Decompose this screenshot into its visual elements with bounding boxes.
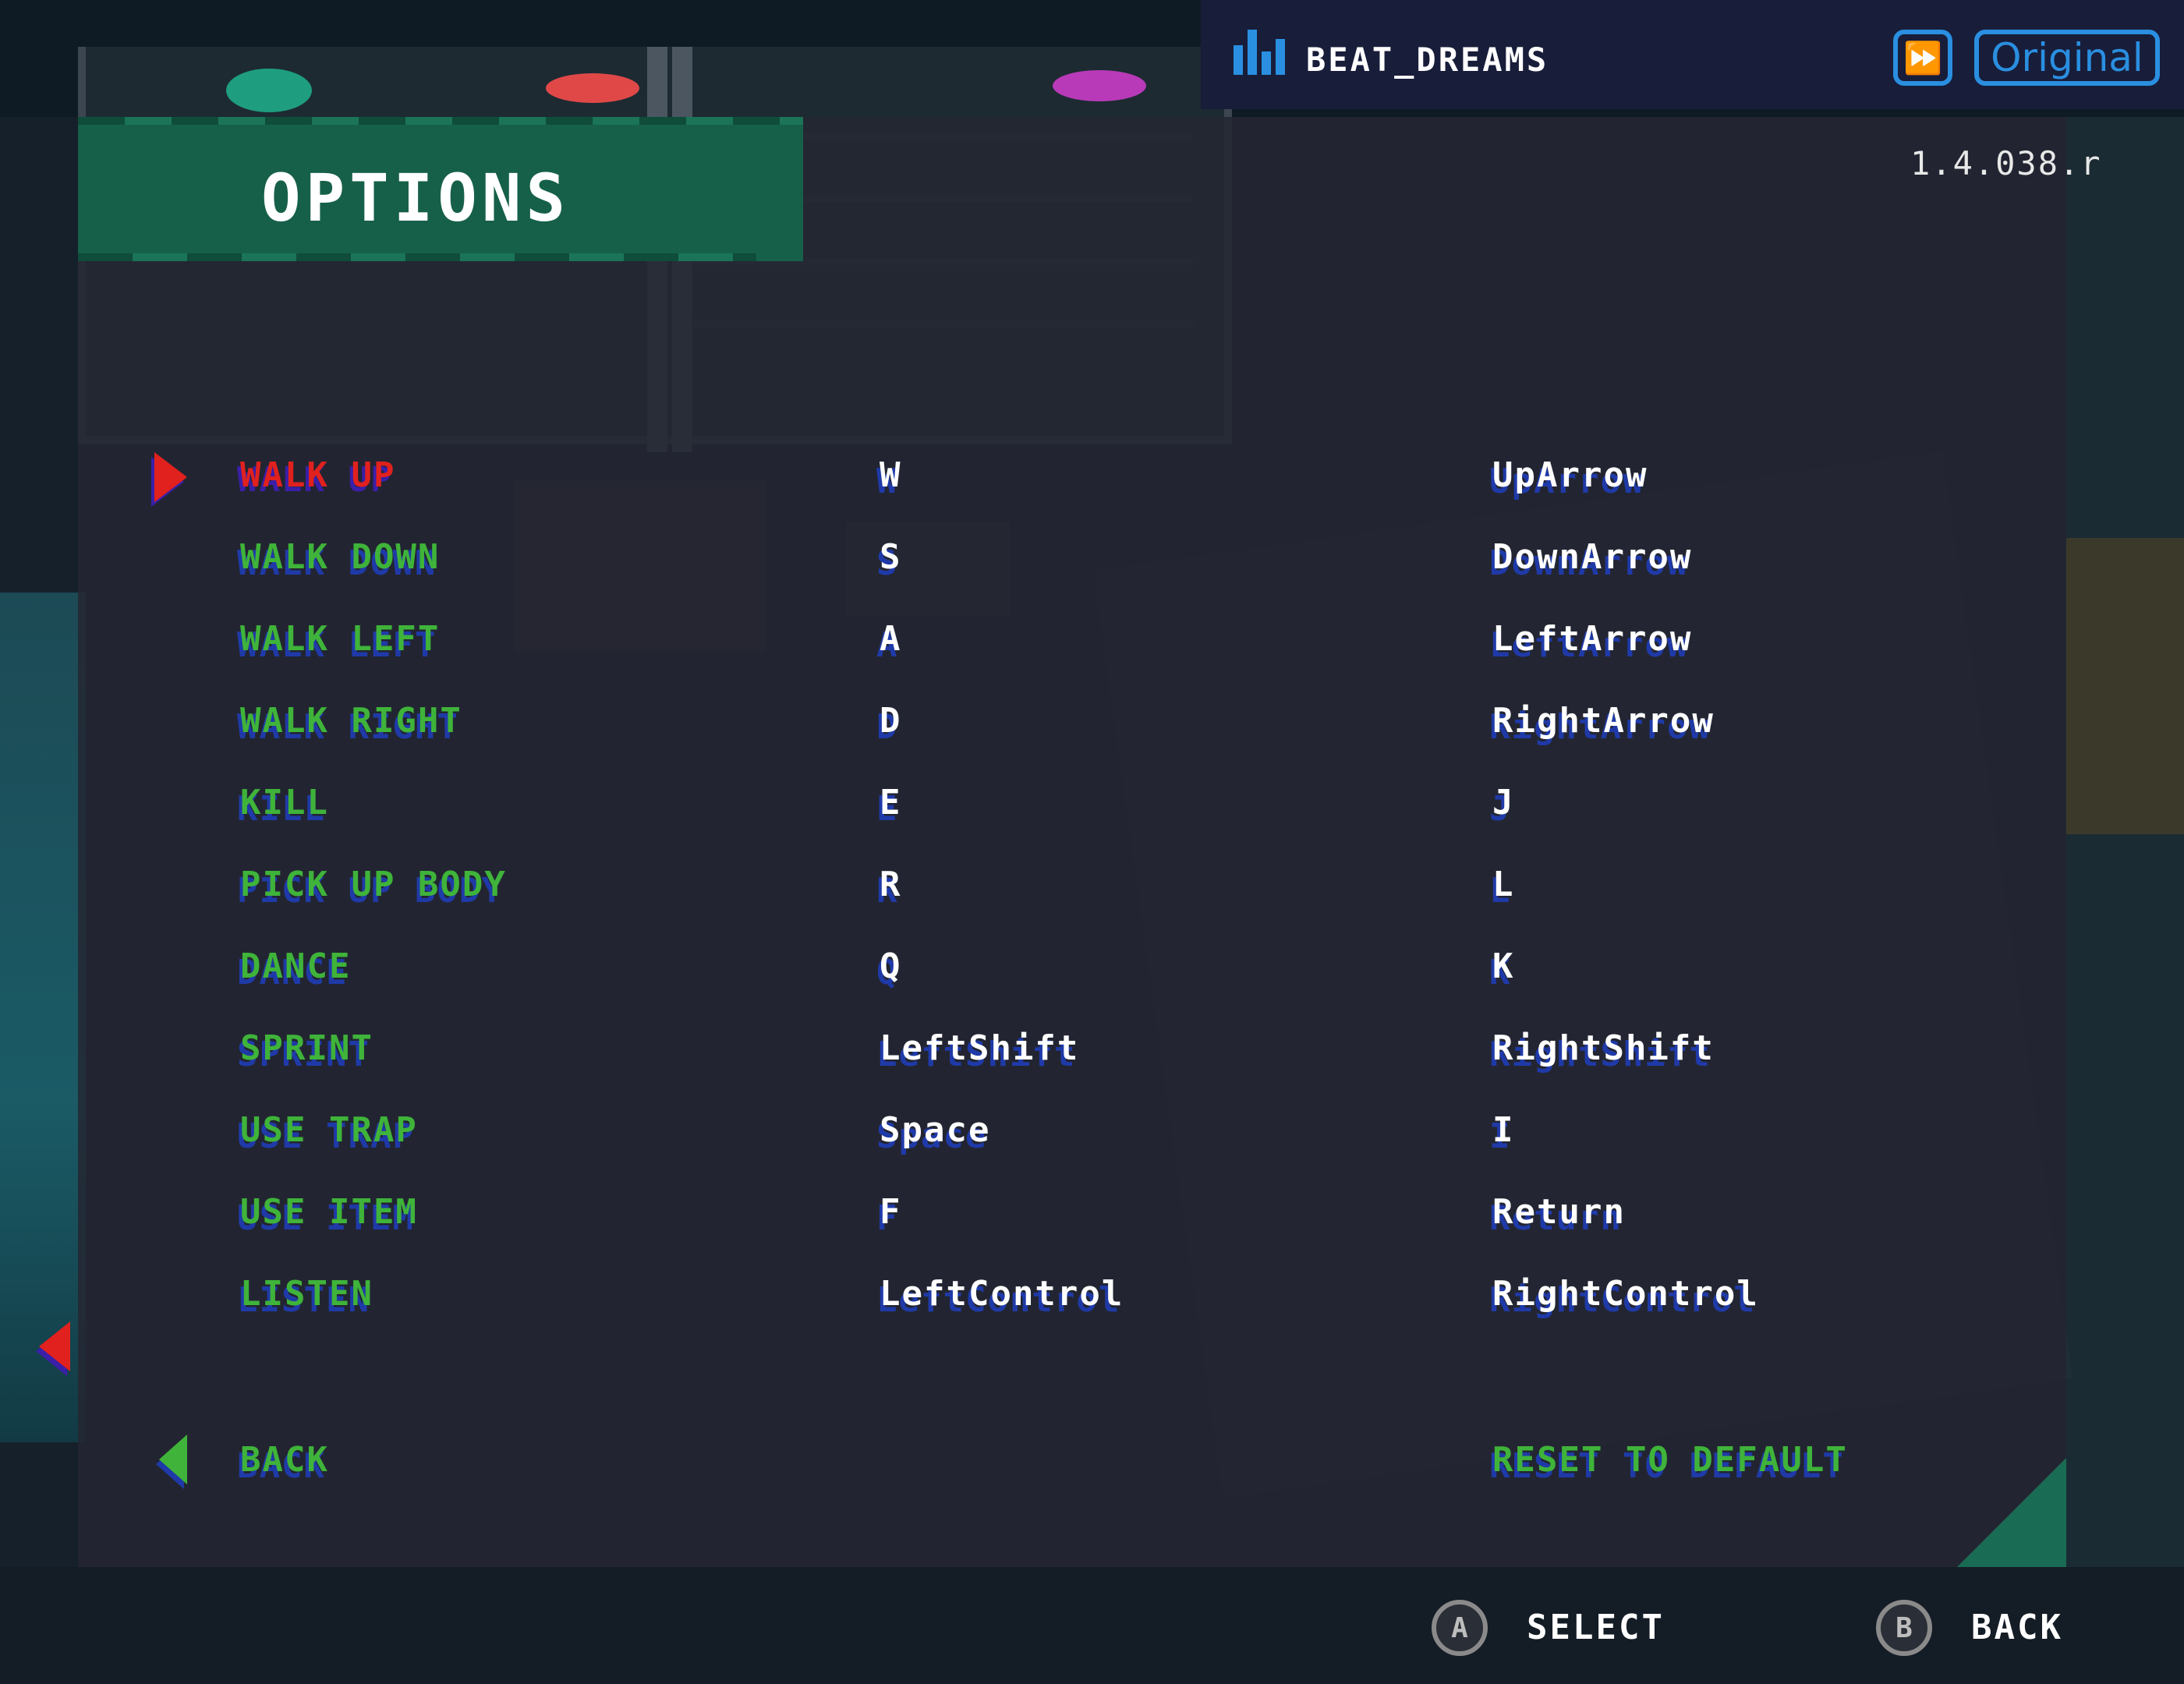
binding-row-use-item[interactable]: USE ITEM F Return: [0, 1189, 2184, 1267]
fast-forward-icon: ⏩: [1903, 40, 1942, 76]
banner-edge: [78, 253, 756, 261]
primary-key[interactable]: S: [880, 534, 902, 581]
version-label: 1.4.038.r: [1910, 144, 2102, 182]
secondary-key[interactable]: L: [1492, 861, 1515, 908]
action-label: WALK LEFT: [240, 619, 441, 659]
secondary-key[interactable]: RightShift: [1492, 1025, 1715, 1072]
primary-key[interactable]: D: [880, 698, 902, 745]
primary-key[interactable]: LeftShift: [880, 1025, 1079, 1072]
secondary-key[interactable]: I: [1492, 1107, 1515, 1154]
action-label: LISTEN: [240, 1274, 373, 1314]
primary-key[interactable]: Q: [880, 943, 902, 990]
primary-key[interactable]: A: [880, 616, 902, 663]
lamp-red: [546, 73, 639, 103]
track-title: BEAT_DREAMS: [1306, 41, 1549, 79]
binding-row-dance[interactable]: DANCE Q K: [0, 943, 2184, 1021]
binding-row-use-trap[interactable]: USE TRAP Space I: [0, 1107, 2184, 1185]
reset-to-default-button[interactable]: RESET TO DEFAULT: [1492, 1437, 1848, 1484]
primary-key[interactable]: W: [880, 452, 902, 499]
action-label: SPRINT: [240, 1028, 373, 1068]
secondary-key[interactable]: DownArrow: [1492, 534, 1692, 581]
action-label: WALK RIGHT: [240, 701, 462, 741]
action-label: DANCE: [240, 946, 352, 986]
back-arrow-icon: [159, 1435, 187, 1484]
secondary-key[interactable]: LeftArrow: [1492, 616, 1692, 663]
equalizer-icon: [1234, 28, 1288, 75]
secondary-key[interactable]: RightArrow: [1492, 698, 1715, 745]
music-mode-button[interactable]: Original: [1974, 30, 2160, 86]
primary-key[interactable]: R: [880, 861, 902, 908]
action-label: PICK UP BODY: [240, 865, 507, 904]
binding-row-sprint[interactable]: SPRINT LeftShift RightShift: [0, 1025, 2184, 1103]
panel-corner-decoration: [1957, 1458, 2066, 1567]
binding-row-pick-up-body[interactable]: PICK UP BODY R L: [0, 861, 2184, 939]
binding-row-listen[interactable]: LISTEN LeftControl RightControl: [0, 1271, 2184, 1349]
secondary-key[interactable]: J: [1492, 780, 1515, 826]
primary-key[interactable]: Space: [880, 1107, 990, 1154]
secondary-key[interactable]: UpArrow: [1492, 452, 1648, 499]
lamp-teal: [226, 69, 312, 112]
banner-edge: [78, 117, 803, 125]
fast-forward-button[interactable]: ⏩: [1893, 30, 1952, 86]
binding-row-walk-right[interactable]: WALK RIGHT D RightArrow: [0, 698, 2184, 776]
secondary-key[interactable]: Return: [1492, 1189, 1626, 1236]
action-label: WALK DOWN: [240, 537, 441, 577]
page-title: OPTIONS: [261, 160, 571, 236]
binding-row-kill[interactable]: KILL E J: [0, 780, 2184, 858]
primary-key[interactable]: F: [880, 1189, 902, 1236]
binding-row-walk-down[interactable]: WALK DOWN S DownArrow: [0, 534, 2184, 612]
a-button-icon: A: [1432, 1600, 1488, 1656]
binding-row-walk-left[interactable]: WALK LEFT A LeftArrow: [0, 616, 2184, 694]
secondary-key[interactable]: K: [1492, 943, 1515, 990]
background-floor: [0, 1567, 2184, 1684]
action-label: USE TRAP: [240, 1110, 418, 1150]
action-label: KILL: [240, 783, 329, 823]
back-button[interactable]: BACK: [240, 1437, 329, 1484]
secondary-key[interactable]: RightControl: [1492, 1271, 1759, 1318]
binding-row-walk-up[interactable]: WALK UP W UpArrow: [0, 452, 2184, 530]
primary-key[interactable]: E: [880, 780, 902, 826]
primary-key[interactable]: LeftControl: [880, 1271, 1124, 1318]
title-banner: OPTIONS: [78, 117, 803, 261]
select-prompt: SELECT: [1527, 1608, 1665, 1647]
action-label: USE ITEM: [240, 1192, 418, 1232]
b-button-icon: B: [1876, 1600, 1932, 1656]
lamp-magenta: [1053, 70, 1146, 101]
back-prompt: BACK: [1971, 1608, 2063, 1647]
action-label: WALK UP: [240, 455, 396, 495]
background-wall-right: [2066, 117, 2184, 1598]
